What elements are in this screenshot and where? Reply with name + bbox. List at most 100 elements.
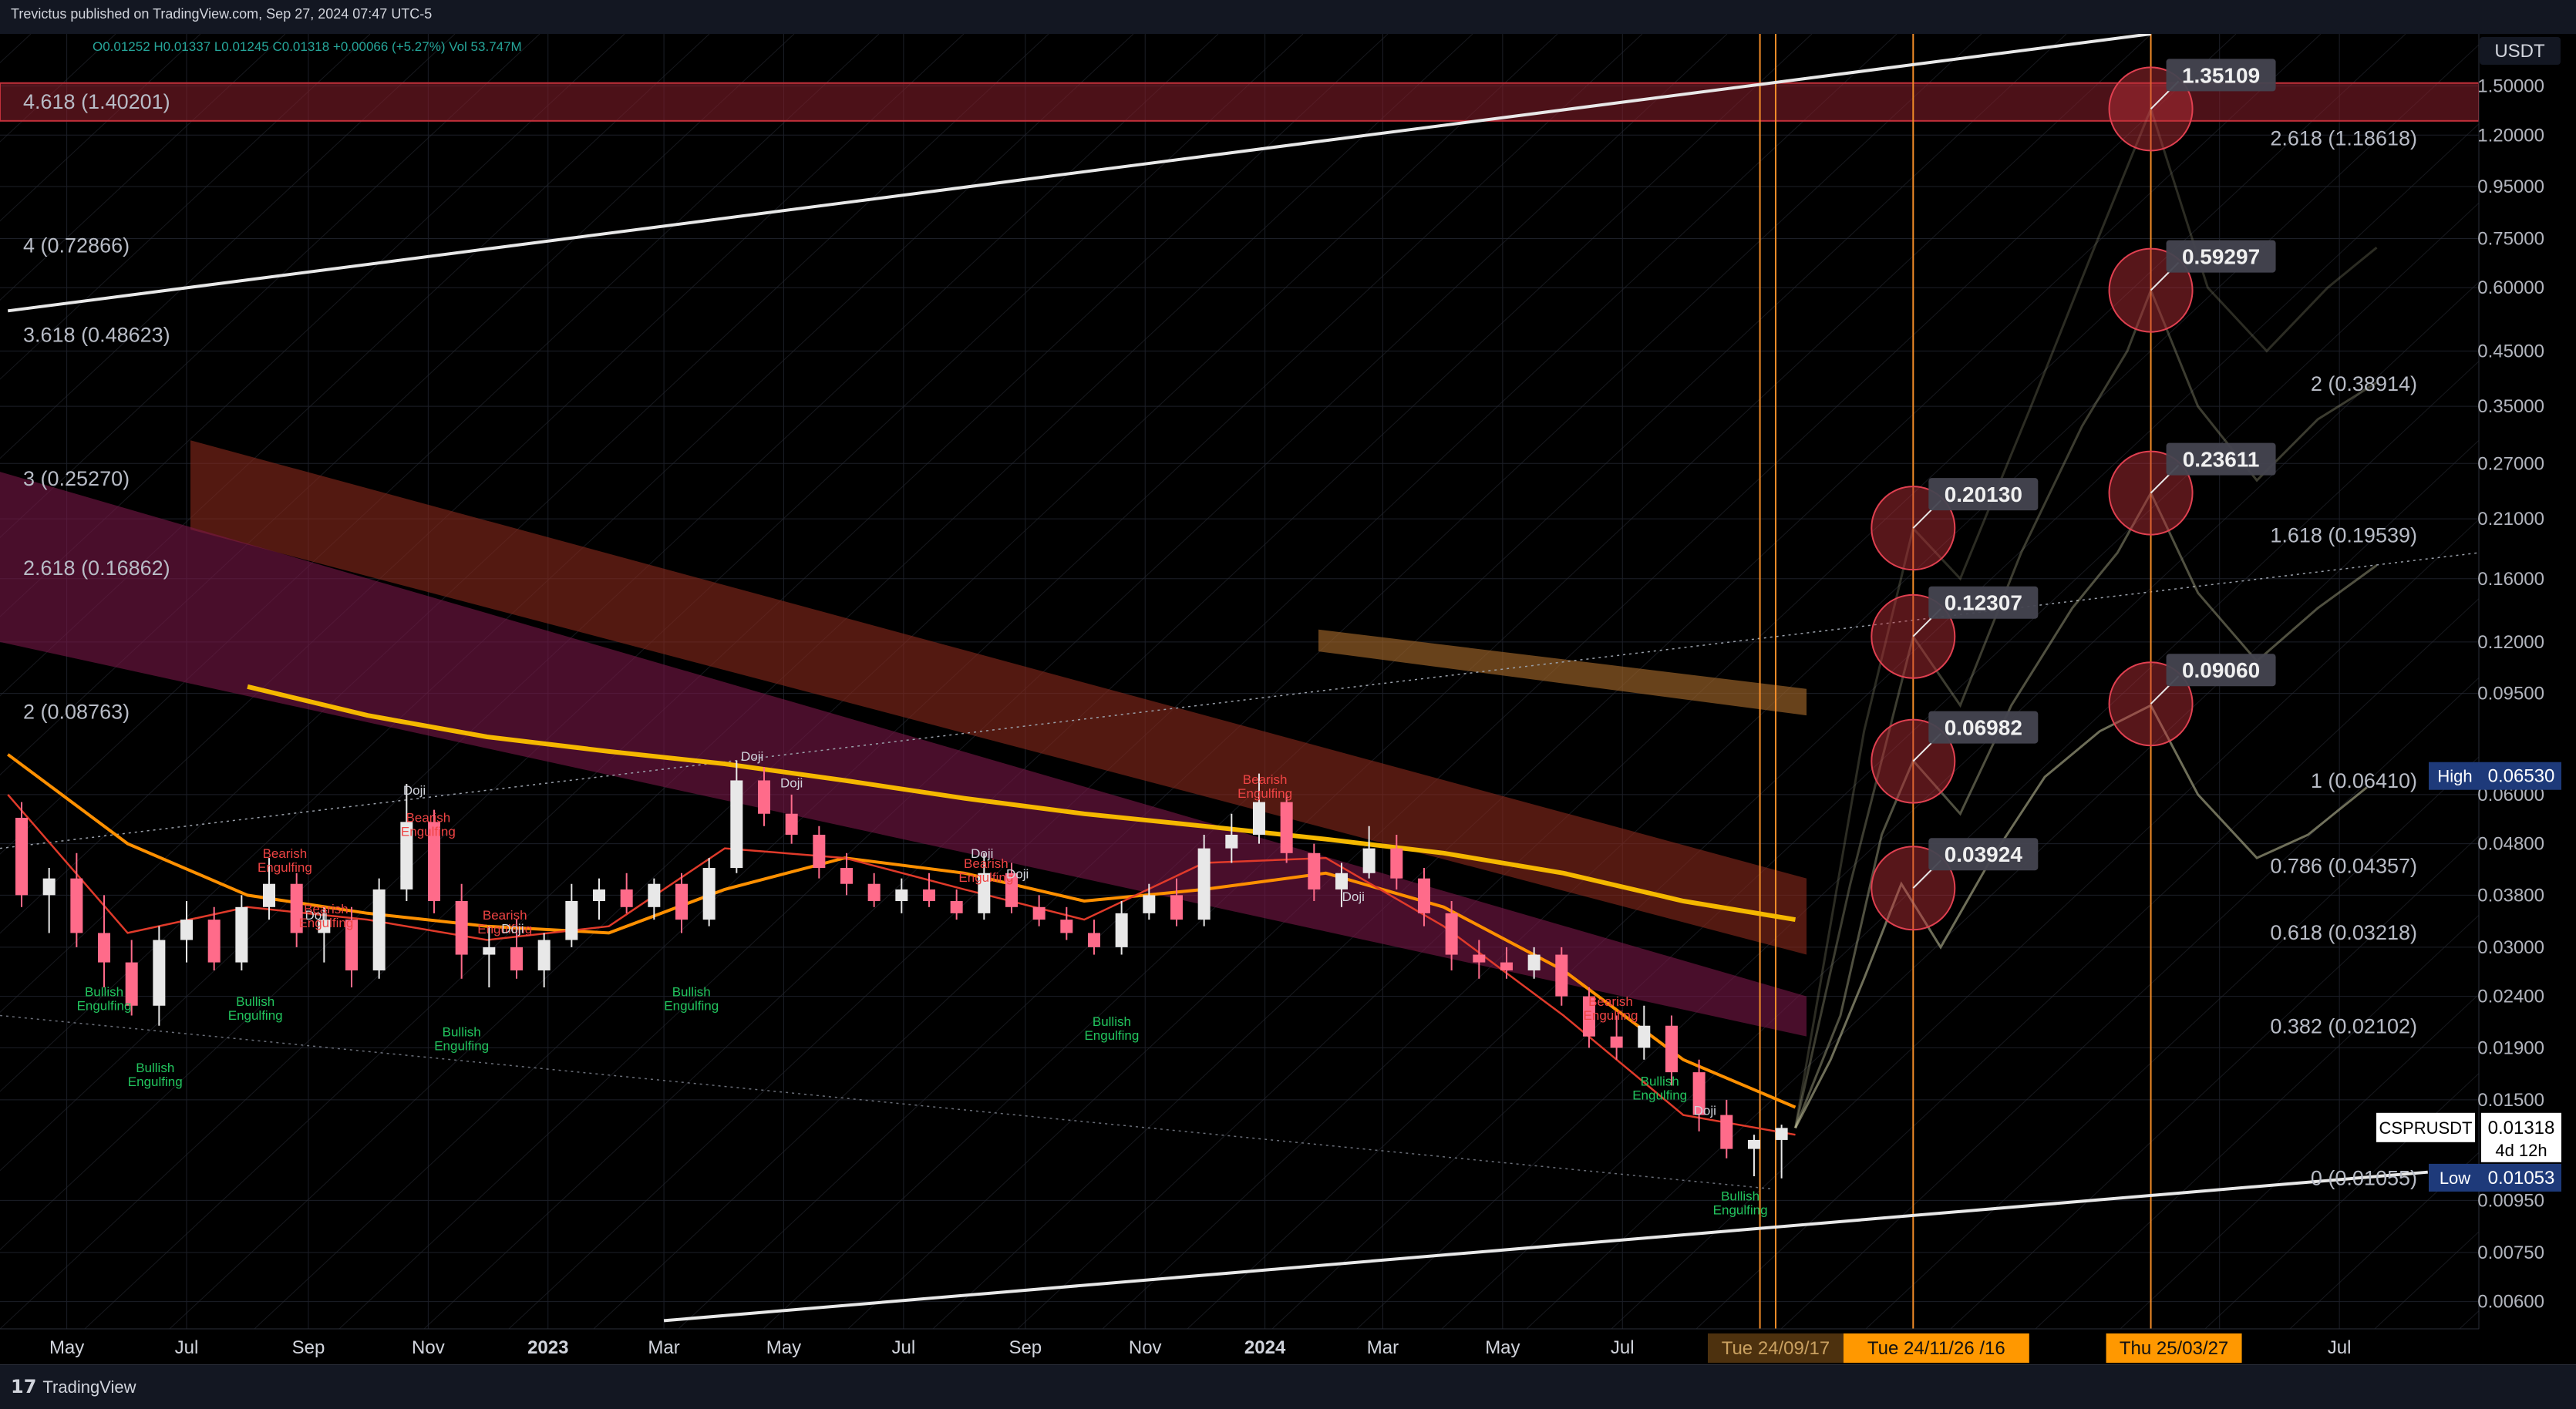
candle-body	[895, 889, 908, 901]
price-tick-label: 0.04800	[2477, 834, 2544, 855]
bar-countdown: 4d 12h	[2495, 1141, 2547, 1160]
candle-body	[1362, 848, 1376, 873]
price-chart[interactable]: Bullish Engulfing Bullish Engulfing Bullish E…	[0, 34, 2576, 1364]
candle-body	[1308, 852, 1321, 889]
fib-target-value: 0.12307	[1945, 591, 2022, 615]
candle-body	[207, 920, 221, 963]
pattern-label: Doji	[501, 921, 524, 936]
fib-label-left: 3 (0.25270)	[23, 467, 130, 490]
price-tick-label: 0.95000	[2477, 177, 2544, 197]
candle-body	[757, 780, 770, 814]
candle-body	[1170, 895, 1183, 920]
publish-info: Trevictus published on TradingView.com, …	[11, 6, 433, 22]
pattern-label: Bullish Engulfing	[228, 994, 283, 1023]
price-tick-label: 0.00600	[2477, 1292, 2544, 1313]
candle-body	[180, 920, 194, 940]
pattern-label: Bearish Engulfing	[401, 810, 456, 839]
candle-body	[648, 883, 661, 907]
price-tick-label: 0.45000	[2477, 341, 2544, 361]
currency-label: USDT	[2494, 41, 2545, 62]
symbol-badge: CSPRUSDT	[2379, 1118, 2472, 1138]
candle-body	[785, 813, 798, 835]
time-tick-label: Mar	[1367, 1337, 1399, 1358]
candle-body	[1500, 962, 1513, 970]
candle-body	[483, 947, 496, 955]
time-tick-label: Sep	[1009, 1337, 1042, 1358]
fib-label-left: 4 (0.72866)	[23, 234, 130, 257]
candle-body	[840, 868, 853, 884]
fib-label-left: 4.618 (1.40201)	[23, 90, 170, 113]
time-tick-label: 2024	[1244, 1337, 1286, 1358]
fib-label-left: 2 (0.08763)	[23, 701, 130, 724]
candle-body	[1390, 848, 1403, 879]
candle[interactable]	[1197, 834, 1211, 926]
candle-body	[98, 933, 111, 963]
fib-target-value: 0.06982	[1945, 716, 2022, 740]
fib-target-value: 1.35109	[2182, 63, 2260, 87]
date-marker-label: Thu 25/03/27	[2120, 1338, 2228, 1359]
candle-body	[1032, 906, 1046, 920]
tradingview-logo-icon: 𝟭𝟳	[11, 1377, 37, 1397]
candle-body	[70, 878, 83, 933]
fib-label-left: 3.618 (0.48623)	[23, 323, 170, 346]
time-tick-label: Jul	[892, 1337, 916, 1358]
candle-body	[813, 834, 826, 869]
fib-label-right: 1 (0.06410)	[2311, 769, 2417, 792]
top-bar: Trevictus published on TradingView.com, …	[0, 0, 2576, 34]
candle-body	[922, 889, 935, 901]
price-tick-label: 0.02400	[2477, 987, 2544, 1007]
candle-body	[235, 906, 248, 963]
candle-body	[1115, 913, 1128, 947]
time-tick-label: May	[1485, 1337, 1520, 1358]
price-tick-label: 0.00750	[2477, 1243, 2544, 1263]
pattern-label: Bullish Engulfing	[664, 985, 719, 1014]
fib-target-value: 0.23611	[2183, 448, 2260, 472]
candle[interactable]	[372, 878, 386, 979]
candle-body	[42, 878, 56, 896]
date-marker-label: Tue 24/11/26 /16	[1867, 1338, 2005, 1359]
price-tick-label: 1.20000	[2477, 125, 2544, 146]
candle-body	[1087, 933, 1100, 947]
fib-label-right: 2 (0.38914)	[2311, 372, 2417, 395]
fib-label-right: 2.618 (1.18618)	[2270, 127, 2417, 150]
candle-body	[1527, 954, 1541, 970]
tradingview-logo[interactable]: 𝟭𝟳 TradingView	[11, 1376, 136, 1398]
low-badge-value: 0.01053	[2488, 1168, 2555, 1189]
pattern-label: Bullish Engulfing	[1084, 1014, 1139, 1043]
pattern-label: Bearish Engulfing	[1584, 994, 1638, 1023]
pattern-label: Bullish Engulfing	[1713, 1189, 1768, 1217]
pattern-label: Bearish Engulfing	[258, 846, 312, 875]
candle-body	[593, 889, 606, 901]
time-tick-label: Jul	[2328, 1337, 2352, 1358]
candle-body	[950, 900, 963, 913]
date-marker-label: Tue 24/09/17	[1722, 1338, 1830, 1359]
fib-label-right: 0 (0.01055)	[2311, 1166, 2417, 1189]
candle[interactable]	[1280, 794, 1293, 863]
candle[interactable]	[702, 858, 716, 926]
pattern-label: Doji	[403, 783, 426, 798]
candle-body	[565, 900, 578, 940]
price-tick-label: 0.09500	[2477, 684, 2544, 704]
price-tick-label: 0.03000	[2477, 937, 2544, 958]
candle-body	[372, 889, 386, 970]
candle-body	[153, 940, 166, 1006]
ohlc-readout: O0.01252 H0.01337 L0.01245 C0.01318 +0.0…	[93, 39, 522, 54]
pattern-label: Bearish Engulfing	[298, 902, 353, 930]
candle[interactable]	[15, 802, 29, 907]
candle-body	[1197, 848, 1211, 920]
candle-body	[1143, 895, 1156, 913]
fib-label-right: 1.618 (0.19539)	[2270, 524, 2417, 547]
candle-body	[510, 947, 524, 970]
candle-body	[1720, 1115, 1733, 1149]
candle-body	[1417, 878, 1430, 913]
fib-target-value: 0.03924	[1945, 842, 2023, 866]
price-tick-label: 0.12000	[2477, 632, 2544, 653]
candle-body	[1638, 1025, 1651, 1048]
price-tick-label: 0.01900	[2477, 1037, 2544, 1058]
candle-body	[1747, 1139, 1760, 1149]
candle-body	[675, 883, 688, 920]
candle-body	[1775, 1128, 1788, 1140]
bottom-bar: 𝟭𝟳 TradingView	[0, 1364, 2576, 1409]
price-tick-label: 0.00950	[2477, 1190, 2544, 1211]
time-tick-label: Mar	[648, 1337, 679, 1358]
